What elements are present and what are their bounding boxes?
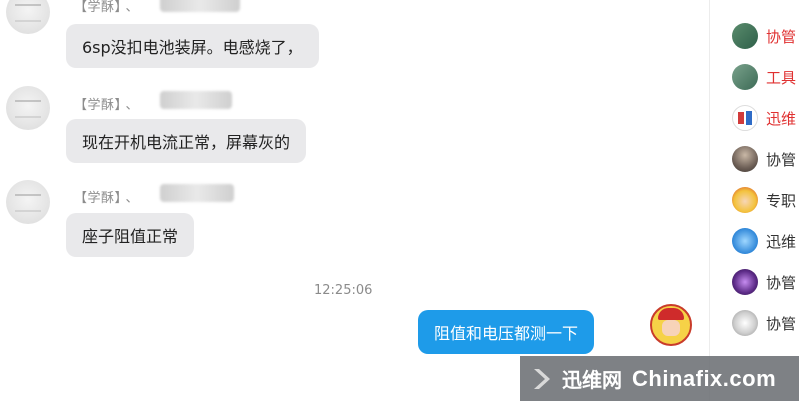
member-name: 专职: [766, 191, 797, 210]
message-bubble[interactable]: 6sp没扣电池装屏。电感烧了，: [66, 24, 319, 68]
member-name: 工具: [766, 68, 797, 87]
chevron-logo-icon: [528, 365, 556, 393]
gray-avatar-icon: [732, 310, 758, 336]
sender-name: 【学酥】、: [74, 0, 139, 15]
message-timestamp: 12:25:06: [314, 283, 373, 298]
sender-name: 【学酥】、: [74, 187, 139, 206]
member-name: 协管: [766, 27, 797, 46]
member-item[interactable]: 专职: [732, 184, 799, 216]
message-bubble[interactable]: 现在开机电流正常，屏幕灰的: [66, 119, 307, 163]
blurred-username: [160, 91, 232, 109]
sender-avatar[interactable]: [6, 180, 50, 224]
sender-separator: 、: [125, 191, 140, 206]
sender-tag: 【学酥】: [74, 191, 122, 206]
sender-separator: 、: [125, 98, 140, 113]
member-list: 协管 工具 迅维 协管 专职 迅维 协管 协管: [710, 0, 799, 401]
member-name: 协管: [766, 150, 797, 169]
sender-tag: 【学酥】: [74, 98, 122, 113]
member-item[interactable]: 协管: [732, 266, 799, 298]
landscape-avatar-icon: [732, 64, 758, 90]
member-name: 迅维: [766, 109, 797, 128]
message-text: 6sp没扣电池装屏。电感烧了，: [82, 38, 303, 57]
message-text: 现在开机电流正常，屏幕灰的: [82, 133, 291, 152]
blurred-username: [160, 184, 234, 202]
watermark-banner: 迅维网 Chinafix.com: [520, 356, 799, 401]
landscape-avatar-icon: [732, 23, 758, 49]
sender-avatar[interactable]: [6, 0, 50, 34]
member-item[interactable]: 协管: [732, 20, 799, 52]
my-avatar[interactable]: [650, 304, 692, 346]
sender-separator: 、: [125, 0, 140, 15]
member-item[interactable]: 迅维: [732, 102, 799, 134]
cap-icon: [658, 308, 684, 320]
sender-name: 【学酥】、: [74, 94, 139, 113]
member-item[interactable]: 工具: [732, 61, 799, 93]
sender-tag: 【学酥】: [74, 0, 122, 15]
chinese-text-avatar-icon: [732, 105, 758, 131]
message-text: 座子阻值正常: [82, 227, 179, 246]
chat-panel: 【学酥】、 6sp没扣电池装屏。电感烧了， 【学酥】、 现在开机电流正常，屏幕灰…: [0, 0, 710, 401]
member-item[interactable]: 协管: [732, 143, 799, 175]
person-avatar-icon: [732, 146, 758, 172]
blurred-username: [160, 0, 240, 12]
my-message-bubble[interactable]: 阻值和电压都测一下: [418, 310, 595, 354]
member-item[interactable]: 迅维: [732, 225, 799, 257]
my-message-text: 阻值和电压都测一下: [434, 324, 579, 343]
watermark-text-cn: 迅维网: [562, 370, 622, 392]
windows-logo-icon: [732, 228, 758, 254]
cartoon-avatar-icon: [732, 187, 758, 213]
member-item[interactable]: 协管: [732, 307, 799, 339]
message-bubble[interactable]: 座子阻值正常: [66, 213, 195, 257]
watermark-text-en: Chinafix.com: [632, 365, 777, 391]
member-name: 协管: [766, 314, 797, 333]
purple-avatar-icon: [732, 269, 758, 295]
member-name: 协管: [766, 273, 797, 292]
sender-avatar[interactable]: [6, 86, 50, 130]
member-name: 迅维: [766, 232, 797, 251]
face-icon: [662, 320, 680, 336]
